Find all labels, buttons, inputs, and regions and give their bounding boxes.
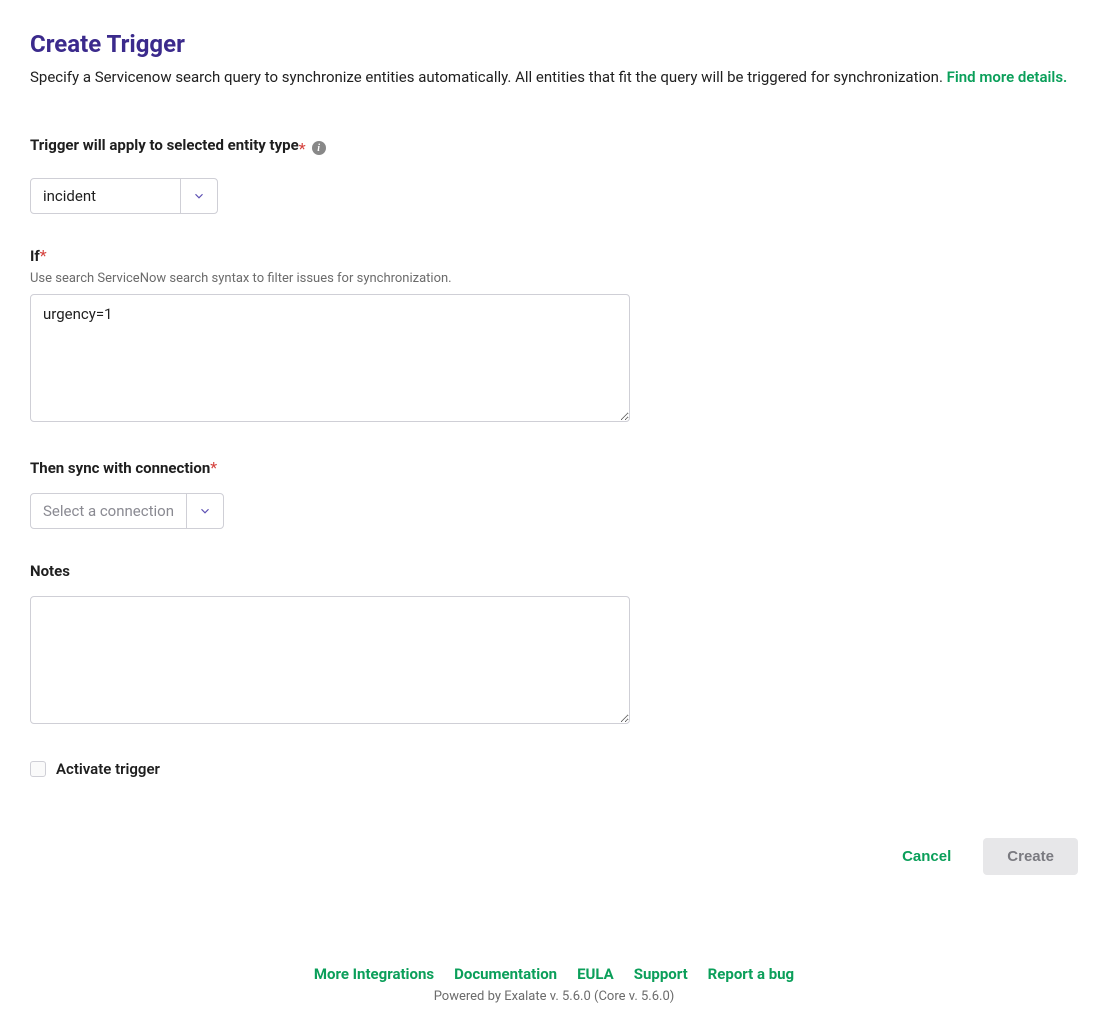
required-asterisk: *	[40, 246, 47, 265]
activate-label: Activate trigger	[56, 760, 160, 778]
required-asterisk: *	[210, 458, 217, 477]
footer-powered: Powered by Exalate v. 5.6.0 (Core v. 5.6…	[30, 989, 1078, 1004]
footer-link-documentation[interactable]: Documentation	[454, 965, 557, 983]
page-description: Specify a Servicenow search query to syn…	[30, 68, 1078, 86]
if-label: If	[30, 247, 40, 265]
footer: More Integrations Documentation EULA Sup…	[30, 965, 1078, 1004]
notes-group: Notes	[30, 561, 1078, 728]
required-asterisk: *	[299, 139, 306, 158]
entity-type-label: Trigger will apply to selected entity ty…	[30, 136, 299, 154]
if-textarea[interactable]	[30, 294, 630, 422]
create-button[interactable]: Create	[983, 838, 1078, 875]
notes-textarea[interactable]	[30, 596, 630, 724]
notes-label: Notes	[30, 562, 70, 580]
entity-type-group: Trigger will apply to selected entity ty…	[30, 136, 1078, 214]
activate-group: Activate trigger	[30, 760, 1078, 778]
if-group: If* Use search ServiceNow search syntax …	[30, 246, 1078, 426]
chevron-down-icon	[181, 189, 217, 203]
connection-label: Then sync with connection	[30, 459, 210, 477]
activate-checkbox[interactable]	[30, 761, 46, 777]
if-helper-text: Use search ServiceNow search syntax to f…	[30, 271, 1078, 286]
chevron-down-icon	[187, 504, 223, 518]
cancel-button[interactable]: Cancel	[890, 838, 963, 875]
connection-placeholder: Select a connection	[31, 494, 187, 528]
connection-select[interactable]: Select a connection	[30, 493, 224, 529]
actions-row: Cancel Create	[30, 838, 1078, 875]
entity-type-select[interactable]: incident	[30, 178, 218, 214]
page-title: Create Trigger	[30, 30, 1078, 58]
footer-links: More Integrations Documentation EULA Sup…	[30, 965, 1078, 983]
find-more-details-link[interactable]: Find more details.	[947, 68, 1068, 86]
footer-link-report-bug[interactable]: Report a bug	[708, 965, 794, 983]
connection-group: Then sync with connection* Select a conn…	[30, 458, 1078, 529]
entity-type-value: incident	[31, 179, 181, 213]
footer-link-eula[interactable]: EULA	[577, 965, 614, 983]
footer-link-support[interactable]: Support	[634, 965, 688, 983]
footer-link-more-integrations[interactable]: More Integrations	[314, 965, 434, 983]
page-description-text: Specify a Servicenow search query to syn…	[30, 68, 947, 86]
info-icon[interactable]: i	[312, 141, 326, 155]
